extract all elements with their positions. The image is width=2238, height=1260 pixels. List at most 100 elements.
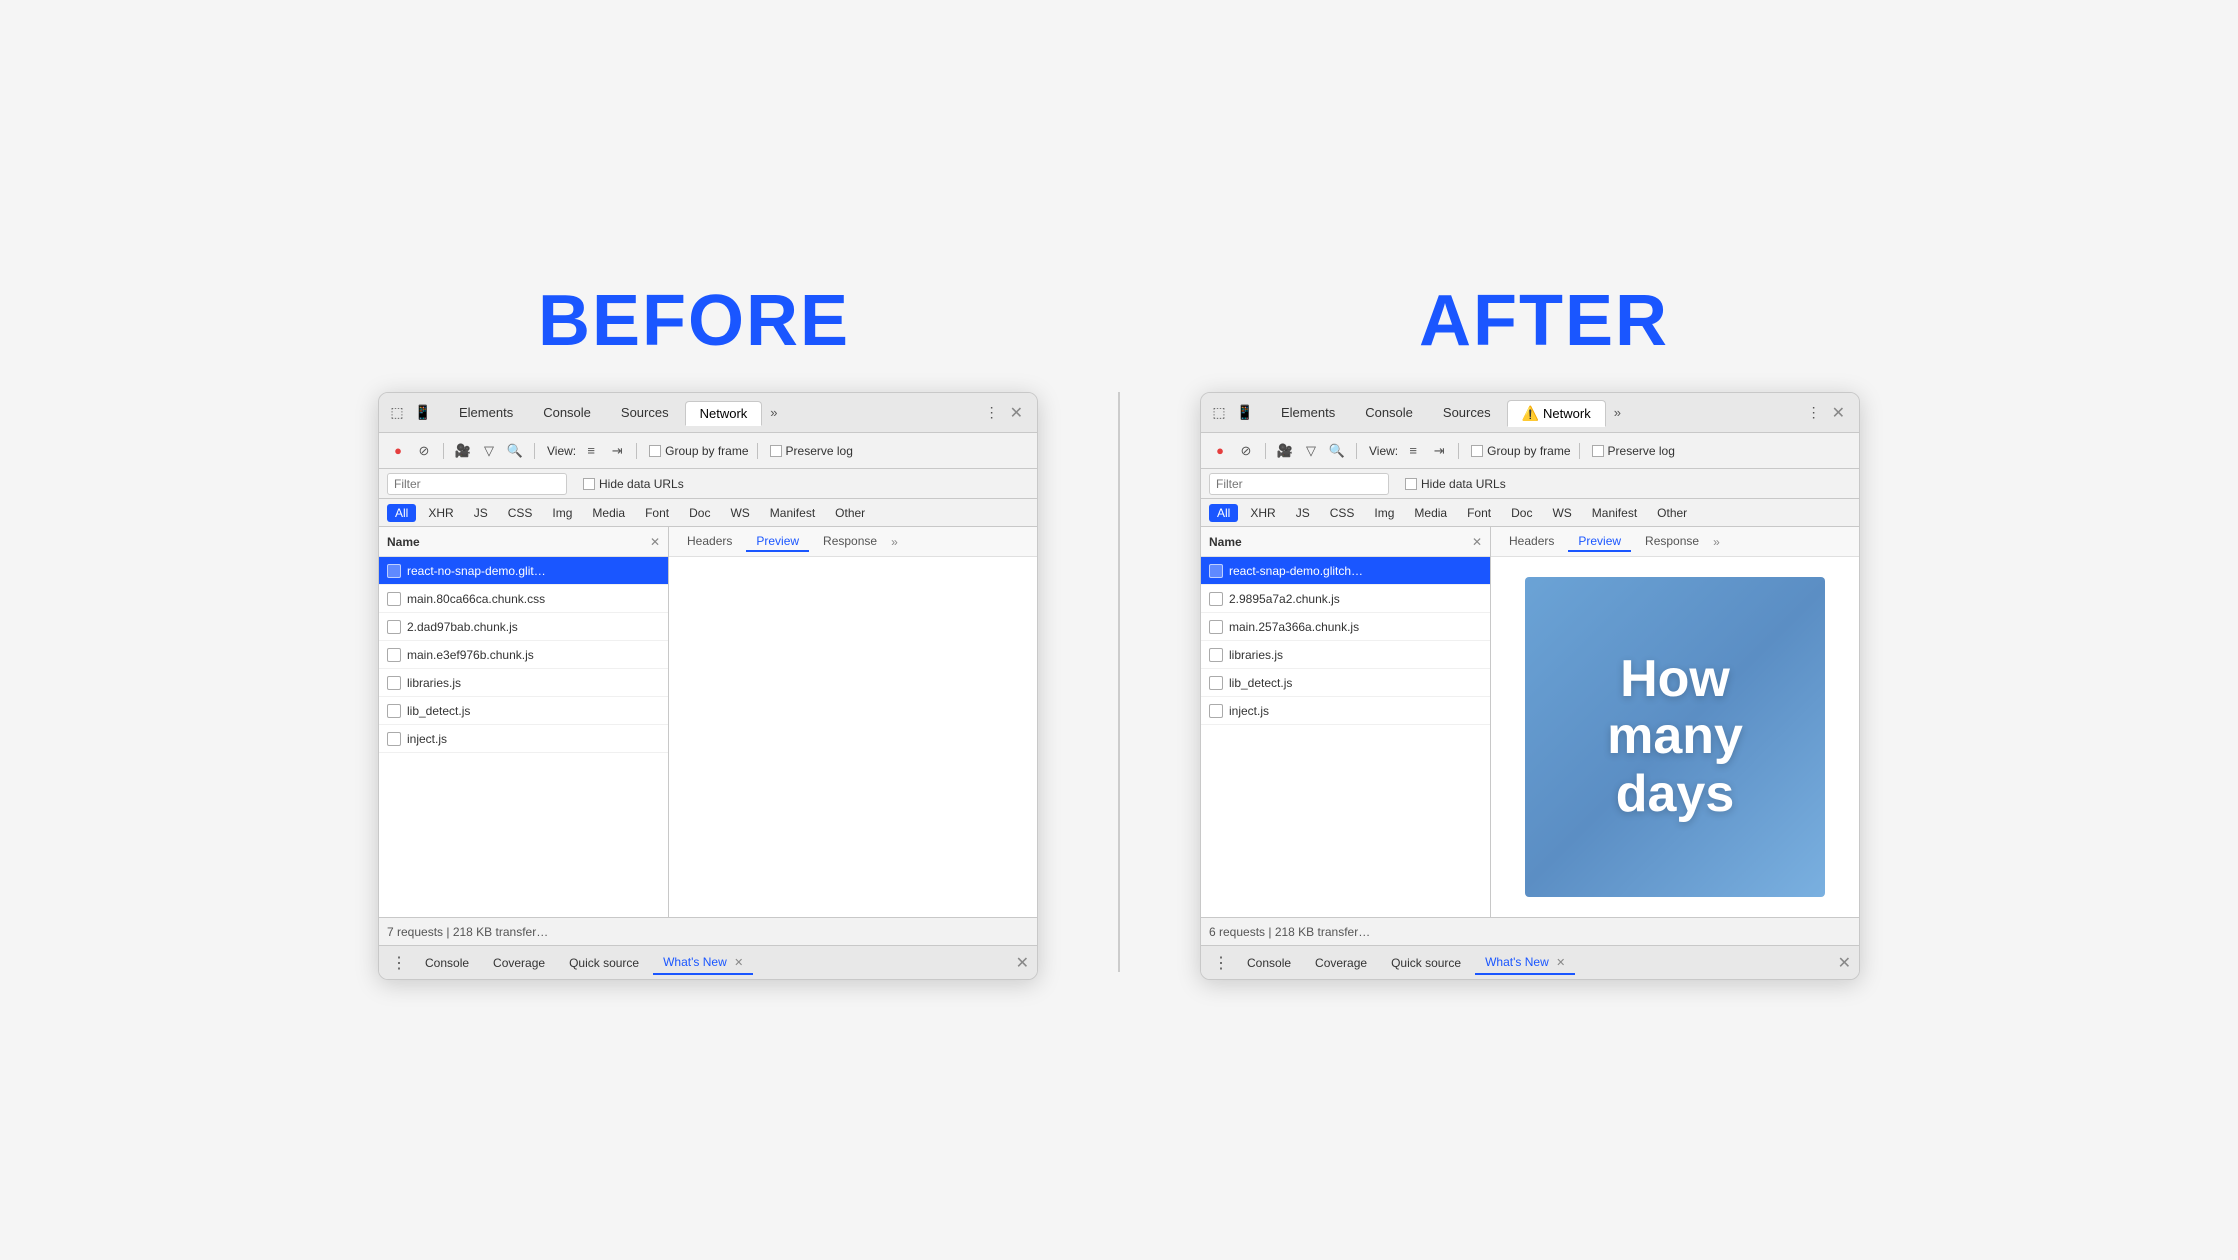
after-type-xhr[interactable]: XHR <box>1242 504 1283 522</box>
before-file-row-4[interactable]: libraries.js <box>379 669 668 697</box>
before-bottom-tab-console[interactable]: Console <box>415 952 479 974</box>
before-file-row-3[interactable]: main.e3ef976b.chunk.js <box>379 641 668 669</box>
before-type-all[interactable]: All <box>387 504 416 522</box>
after-record-icon[interactable]: ● <box>1209 440 1231 462</box>
before-record-icon[interactable]: ● <box>387 440 409 462</box>
after-bottom-menu-icon[interactable]: ⋮ <box>1209 953 1233 973</box>
before-tab-network[interactable]: Network <box>685 401 763 426</box>
before-file-row-1[interactable]: main.80ca66ca.chunk.css <box>379 585 668 613</box>
after-file-row-3[interactable]: libraries.js <box>1201 641 1490 669</box>
before-toolbar-sep4 <box>757 443 758 459</box>
after-preview-tab-preview[interactable]: Preview <box>1568 532 1631 552</box>
before-bottom-tab-quick-source[interactable]: Quick source <box>559 952 649 974</box>
after-file-row-0[interactable]: react-snap-demo.glitch… <box>1201 557 1490 585</box>
before-list-close[interactable]: ✕ <box>650 535 660 549</box>
after-bottom-tab-console[interactable]: Console <box>1237 952 1301 974</box>
after-type-font[interactable]: Font <box>1459 504 1499 522</box>
before-bottom-tab-whats-new[interactable]: What's New ✕ <box>653 951 753 975</box>
before-camera-icon[interactable]: 🎥 <box>452 440 474 462</box>
before-type-media[interactable]: Media <box>584 504 633 522</box>
after-tab-network[interactable]: ⚠️ Network <box>1507 400 1606 427</box>
before-tab-sources[interactable]: Sources <box>607 401 683 424</box>
before-type-js[interactable]: JS <box>466 504 496 522</box>
after-type-js[interactable]: JS <box>1288 504 1318 522</box>
after-preview-tab-headers[interactable]: Headers <box>1499 532 1564 552</box>
before-bottom-menu-icon[interactable]: ⋮ <box>387 953 411 973</box>
after-type-ws[interactable]: WS <box>1544 504 1579 522</box>
before-type-ws[interactable]: WS <box>722 504 757 522</box>
after-inspect-icon[interactable]: ⬚ <box>1209 403 1229 423</box>
before-type-xhr[interactable]: XHR <box>420 504 461 522</box>
after-tab-overflow[interactable]: » <box>1608 405 1627 420</box>
after-bottom-tab-whats-new[interactable]: What's New ✕ <box>1475 951 1575 975</box>
after-type-all[interactable]: All <box>1209 504 1238 522</box>
before-stop-icon[interactable]: ⊘ <box>413 440 435 462</box>
before-file-row-5[interactable]: lib_detect.js <box>379 697 668 725</box>
after-hide-data-urls-checkbox[interactable] <box>1405 478 1417 490</box>
before-type-font[interactable]: Font <box>637 504 677 522</box>
before-group-by-frame-checkbox[interactable] <box>649 445 661 457</box>
after-list-close[interactable]: ✕ <box>1472 535 1482 549</box>
before-whats-new-close[interactable]: ✕ <box>734 957 743 969</box>
after-type-doc[interactable]: Doc <box>1503 504 1540 522</box>
after-menu-icon[interactable]: ⋮ <box>1804 403 1824 423</box>
after-filter-icon[interactable]: ▽ <box>1300 440 1322 462</box>
after-bottom-tab-coverage[interactable]: Coverage <box>1305 952 1377 974</box>
before-hide-data-urls-checkbox[interactable] <box>583 478 595 490</box>
after-tab-console[interactable]: Console <box>1351 401 1427 424</box>
before-tab-overflow[interactable]: » <box>764 405 783 420</box>
after-filter-input[interactable] <box>1209 473 1389 495</box>
before-type-doc[interactable]: Doc <box>681 504 718 522</box>
after-group-by-frame-checkbox[interactable] <box>1471 445 1483 457</box>
before-indent-icon[interactable]: ⇥ <box>606 440 628 462</box>
after-type-img[interactable]: Img <box>1366 504 1402 522</box>
before-type-other[interactable]: Other <box>827 504 873 522</box>
before-preview-tab-headers[interactable]: Headers <box>677 532 742 552</box>
after-device-icon[interactable]: 📱 <box>1235 403 1255 423</box>
after-preserve-log-checkbox[interactable] <box>1592 445 1604 457</box>
before-filter-icon[interactable]: ▽ <box>478 440 500 462</box>
after-tab-elements[interactable]: Elements <box>1267 401 1349 424</box>
before-search-icon[interactable]: 🔍 <box>504 440 526 462</box>
after-whats-new-close[interactable]: ✕ <box>1556 957 1565 969</box>
after-file-row-2[interactable]: main.257a366a.chunk.js <box>1201 613 1490 641</box>
before-tab-console[interactable]: Console <box>529 401 605 424</box>
before-type-manifest[interactable]: Manifest <box>762 504 823 522</box>
before-filter-input[interactable] <box>387 473 567 495</box>
before-preview-tab-preview[interactable]: Preview <box>746 532 809 552</box>
after-preview-tab-response[interactable]: Response <box>1635 532 1709 552</box>
before-type-css[interactable]: CSS <box>500 504 541 522</box>
after-grid-icon[interactable]: ≡ <box>1402 440 1424 462</box>
after-stop-icon[interactable]: ⊘ <box>1235 440 1257 462</box>
after-devtools-close[interactable]: ✕ <box>1826 401 1851 425</box>
before-preserve-log-checkbox[interactable] <box>770 445 782 457</box>
after-file-row-1[interactable]: 2.9895a7a2.chunk.js <box>1201 585 1490 613</box>
after-bottom-close[interactable]: ✕ <box>1838 953 1851 973</box>
before-tab-elements[interactable]: Elements <box>445 401 527 424</box>
before-menu-icon[interactable]: ⋮ <box>982 403 1002 423</box>
before-grid-icon[interactable]: ≡ <box>580 440 602 462</box>
before-file-row-0[interactable]: react-no-snap-demo.glit… <box>379 557 668 585</box>
before-devtools-close[interactable]: ✕ <box>1004 401 1029 425</box>
before-preview-tab-response[interactable]: Response <box>813 532 887 552</box>
after-type-media[interactable]: Media <box>1406 504 1455 522</box>
before-type-img[interactable]: Img <box>544 504 580 522</box>
before-inspect-icon[interactable]: ⬚ <box>387 403 407 423</box>
before-file-row-6[interactable]: inject.js <box>379 725 668 753</box>
before-preview-tab-overflow[interactable]: » <box>891 535 898 549</box>
before-bottom-close[interactable]: ✕ <box>1016 953 1029 973</box>
after-type-manifest[interactable]: Manifest <box>1584 504 1645 522</box>
after-indent-icon[interactable]: ⇥ <box>1428 440 1450 462</box>
before-device-icon[interactable]: 📱 <box>413 403 433 423</box>
after-file-row-4[interactable]: lib_detect.js <box>1201 669 1490 697</box>
after-camera-icon[interactable]: 🎥 <box>1274 440 1296 462</box>
after-type-css[interactable]: CSS <box>1322 504 1363 522</box>
after-file-row-5[interactable]: inject.js <box>1201 697 1490 725</box>
before-bottom-tab-coverage[interactable]: Coverage <box>483 952 555 974</box>
after-type-other[interactable]: Other <box>1649 504 1695 522</box>
after-preview-tab-overflow[interactable]: » <box>1713 535 1720 549</box>
before-file-row-2[interactable]: 2.dad97bab.chunk.js <box>379 613 668 641</box>
after-bottom-tab-quick-source[interactable]: Quick source <box>1381 952 1471 974</box>
after-search-icon[interactable]: 🔍 <box>1326 440 1348 462</box>
after-tab-sources[interactable]: Sources <box>1429 401 1505 424</box>
